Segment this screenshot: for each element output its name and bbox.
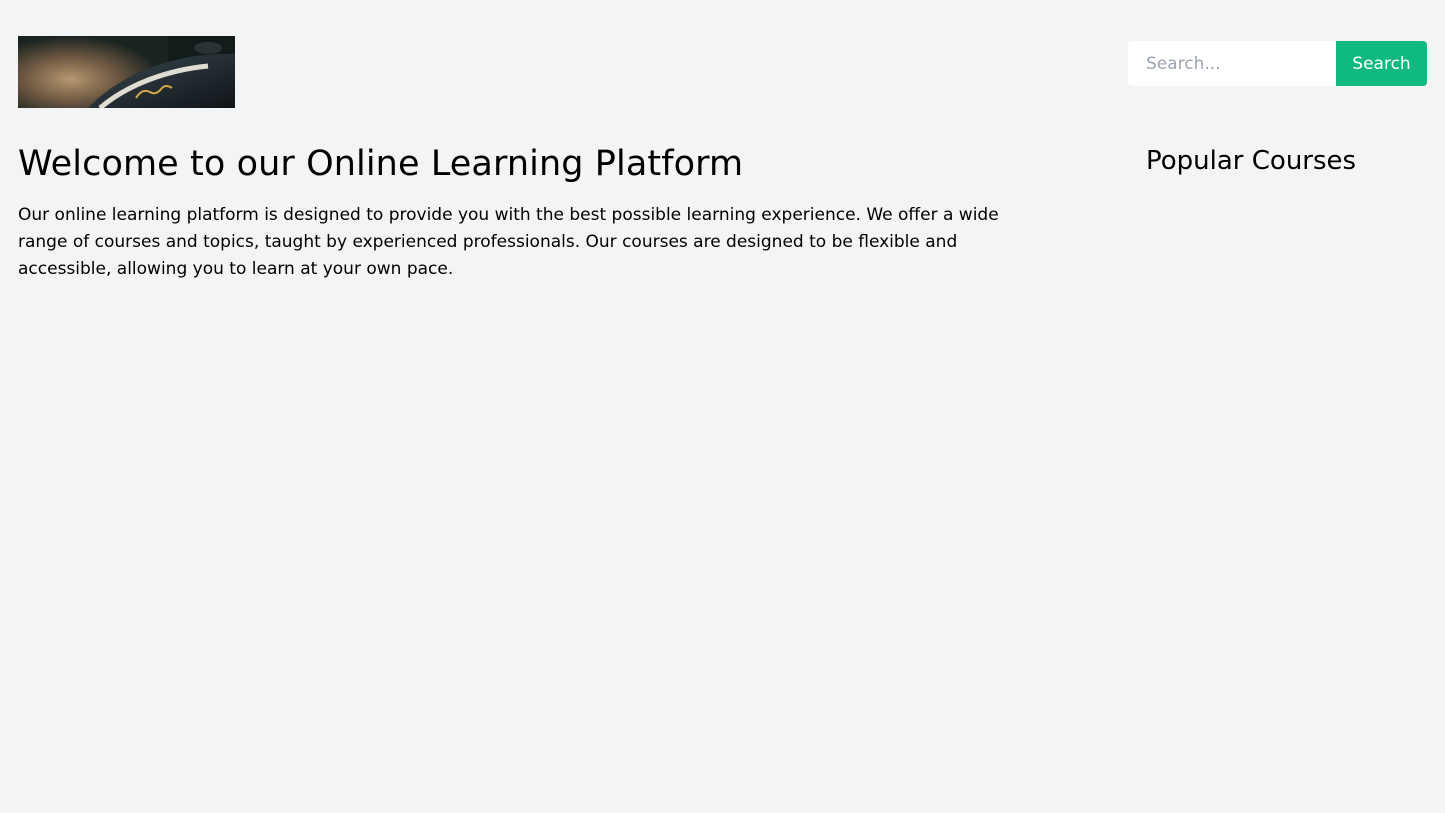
logo-graphic xyxy=(18,36,235,108)
popular-courses-heading: Popular Courses xyxy=(1146,146,1357,176)
page-title: Welcome to our Online Learning Platform xyxy=(18,144,744,184)
sidebar: Popular Courses xyxy=(1146,142,1426,180)
search-button[interactable]: Search xyxy=(1336,41,1427,86)
logo-image[interactable] xyxy=(18,36,235,108)
page: Search Welcome to our Online Learning Pl… xyxy=(0,0,1445,813)
intro-paragraph: Our online learning platform is designed… xyxy=(18,205,999,279)
search-bar: Search xyxy=(1128,41,1427,86)
search-input[interactable] xyxy=(1128,41,1336,86)
main-content: Welcome to our Online Learning Platform … xyxy=(18,140,1003,283)
